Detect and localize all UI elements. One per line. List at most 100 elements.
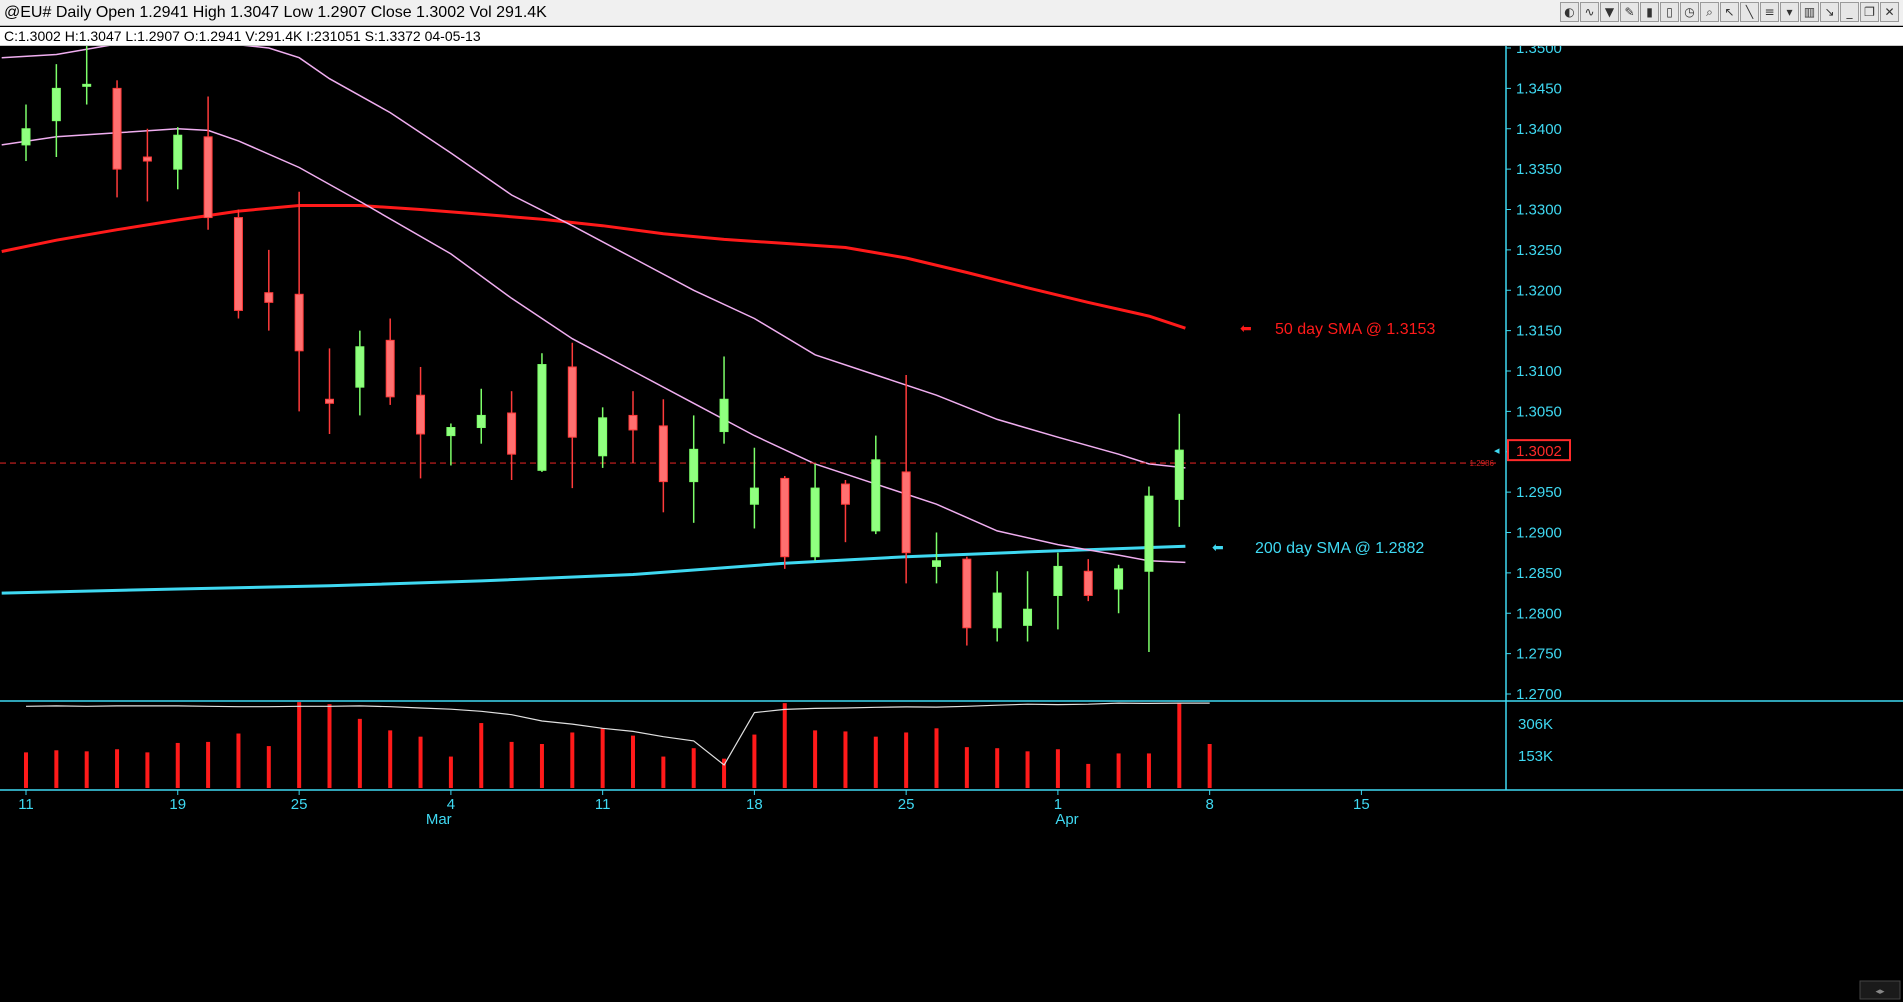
axis-corner-icon: ◂▸ [1875, 986, 1885, 996]
marker-icon[interactable]: ▾ [1780, 2, 1799, 22]
candle-body [749, 487, 759, 505]
pencil-icon[interactable]: ✎ [1620, 2, 1639, 22]
draw-icon[interactable]: ╲ [1740, 2, 1759, 22]
volume-bar [448, 756, 453, 788]
candle-body [173, 134, 183, 170]
candle-body [1174, 449, 1184, 500]
candle-body [1053, 565, 1063, 596]
pointer-icon[interactable]: ↘ [1820, 2, 1839, 22]
zoom-icon[interactable]: ⌕ [1700, 2, 1719, 22]
price-tick-label: 1.3400 [1516, 121, 1562, 138]
candle-body [1023, 608, 1033, 626]
volume-tick-label: 306K [1518, 716, 1553, 733]
volume-bar [509, 741, 514, 788]
volume-bar [357, 718, 362, 788]
price-chart[interactable]: 306K 153K 1.3500 1.3450 1.3400 1.3350 1.3300 1… [0, 46, 1903, 1002]
volume-bar [813, 730, 818, 788]
last-price-label: 1.3002 [1516, 443, 1562, 460]
volume-bar [54, 750, 59, 788]
chart-background [0, 46, 1903, 1002]
volume-tick-label: 153K [1518, 748, 1553, 765]
price-tick-label: 1.3350 [1516, 161, 1562, 178]
candle-body [932, 560, 941, 567]
trash-icon[interactable]: ▥ [1800, 2, 1819, 22]
volume-bar [995, 748, 1000, 788]
candle-body [901, 471, 911, 554]
volume-bar [327, 704, 332, 788]
candle-body [719, 398, 729, 433]
candle-body [142, 156, 152, 162]
date-tick-label: 8 [1205, 796, 1213, 813]
candle-body [567, 366, 577, 438]
candle-body [385, 339, 395, 398]
candle-body [507, 412, 517, 455]
candle-body [294, 293, 304, 352]
volume-bar [418, 736, 423, 788]
volume-bar [236, 733, 241, 788]
reference-line-label: 1.2986 [1470, 459, 1495, 468]
restore-icon[interactable]: ❐ [1860, 2, 1879, 22]
quote-info-bar: C:1.3002 H:1.3047 L:1.2907 O:1.2941 V:29… [0, 27, 1903, 46]
sma50-label: 50 day SMA @ 1.3153 [1275, 321, 1435, 338]
candle-body [962, 558, 972, 629]
volume-bar [873, 736, 878, 788]
volume-bar [600, 728, 605, 788]
clock-icon[interactable]: ◷ [1680, 2, 1699, 22]
volume-bar [752, 734, 757, 788]
close-icon[interactable]: ✕ [1880, 2, 1899, 22]
window-title: @EU# Daily Open 1.2941 High 1.3047 Low 1… [4, 4, 547, 21]
price-tick-label: 1.3200 [1516, 282, 1562, 299]
candle-body [112, 87, 122, 170]
price-tick-label: 1.2950 [1516, 484, 1562, 501]
volume-bar [1177, 703, 1182, 788]
candle-body [21, 128, 31, 146]
bars-icon[interactable]: ▯ [1660, 2, 1679, 22]
volume-bar [782, 703, 787, 788]
price-tick-label: 1.2800 [1516, 605, 1562, 622]
candle-body [233, 217, 243, 311]
date-tick-label: 25 [898, 796, 915, 813]
volume-bar [661, 756, 666, 788]
list-icon[interactable]: ≡ [1760, 2, 1779, 22]
volume-bar [206, 741, 211, 788]
price-tick-label: 1.3300 [1516, 202, 1562, 219]
candle-body [658, 425, 668, 483]
volume-bar [904, 732, 909, 788]
chart-toolbar: ◐ ∿ ▼ ✎ ▮ ▯ ◷ ⌕ ↖ ╲ ≡ ▾ ▥ ↘ _ ❐ ✕ [1560, 2, 1899, 24]
candle-body [446, 427, 456, 437]
minimize-icon[interactable]: _ [1840, 2, 1859, 22]
sma200-label: 200 day SMA @ 1.2882 [1255, 540, 1424, 557]
filter-icon[interactable]: ▼ [1600, 2, 1619, 22]
volume-bar [115, 749, 120, 788]
volume-bar [145, 752, 150, 788]
price-tick-label: 1.2850 [1516, 565, 1562, 582]
last-price-arrow-icon: ◂ [1494, 444, 1500, 457]
volume-bar [1146, 753, 1151, 788]
cursor-icon[interactable]: ↖ [1720, 2, 1739, 22]
candle-body [992, 592, 1002, 629]
candle-body [689, 448, 699, 483]
volume-bar [843, 731, 848, 788]
volume-bar [1086, 763, 1091, 788]
month-label: Mar [426, 811, 452, 828]
price-tick-label: 1.3100 [1516, 363, 1562, 380]
price-tick-label: 1.3050 [1516, 403, 1562, 420]
window-titlebar: @EU# Daily Open 1.2941 High 1.3047 Low 1… [0, 0, 1903, 26]
volume-bar [1207, 744, 1212, 788]
date-tick-label: 11 [18, 796, 34, 813]
volume-bar [539, 744, 544, 788]
palette-icon[interactable]: ◐ [1560, 2, 1579, 22]
volume-bar [24, 752, 28, 788]
volume-bar [1055, 749, 1060, 788]
candle-body [810, 487, 820, 558]
volume-bar [934, 728, 939, 788]
barchart-icon[interactable]: ▮ [1640, 2, 1659, 22]
sma50-arrow-icon: ⬅ [1240, 321, 1252, 337]
candle-body [780, 477, 790, 558]
candle-body [51, 87, 61, 122]
candle-body [325, 398, 334, 404]
volume-bar [388, 730, 393, 788]
price-tick-label: 1.3250 [1516, 242, 1562, 259]
trend-icon[interactable]: ∿ [1580, 2, 1599, 22]
candle-body [537, 364, 547, 471]
